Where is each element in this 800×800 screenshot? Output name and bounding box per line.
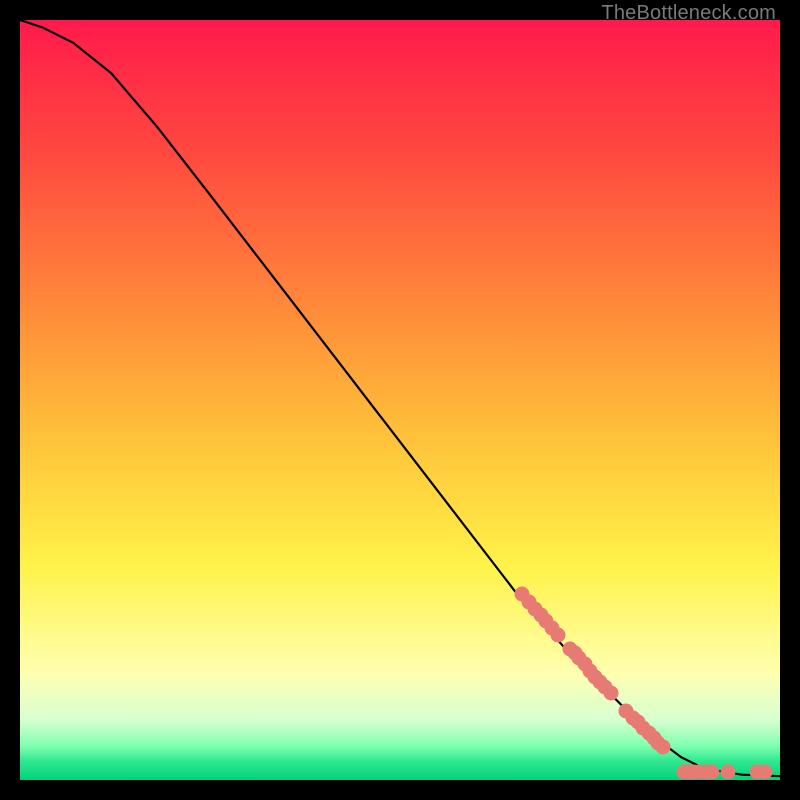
chart-plot-area <box>20 20 780 780</box>
chart-background-gradient <box>20 20 780 780</box>
